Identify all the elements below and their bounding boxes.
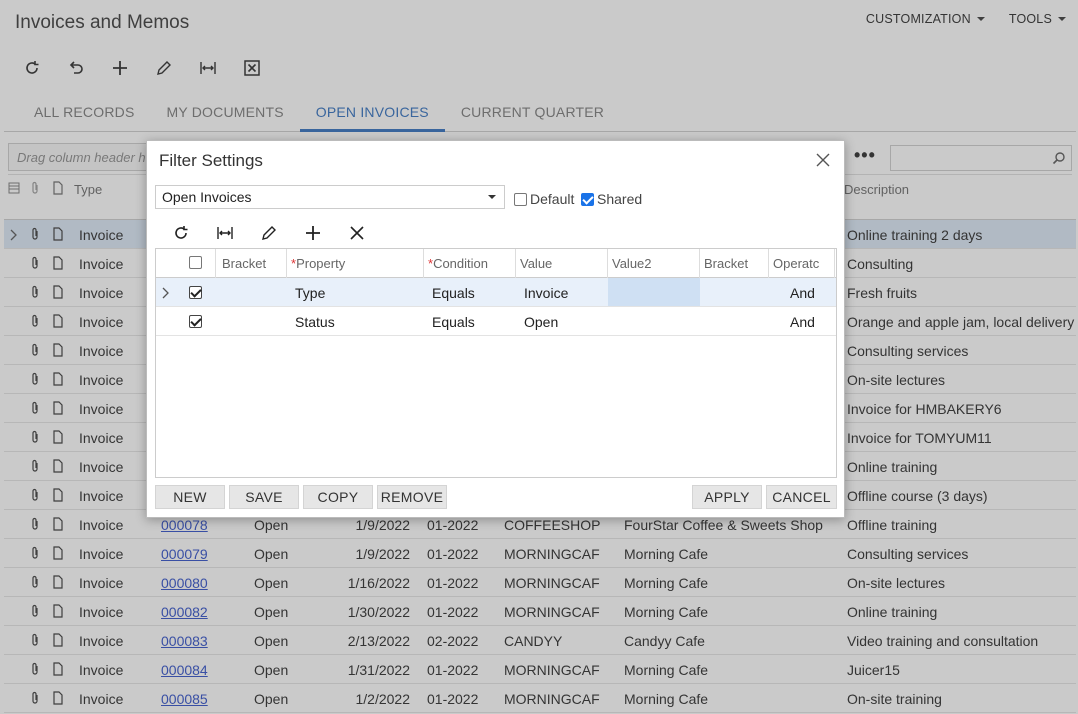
filter-conditions-grid: Bracket *Property *Condition Value Value… (155, 248, 837, 478)
row-selected-arrow-icon (162, 286, 170, 302)
select-all-checkbox[interactable] (189, 256, 202, 269)
edit-icon (262, 226, 276, 240)
fit-columns-icon (217, 227, 233, 239)
filter-row[interactable]: Type Equals Invoice And (156, 278, 836, 307)
shared-checkbox[interactable]: Shared (581, 191, 642, 207)
row-property[interactable]: Type (295, 285, 325, 301)
shared-label: Shared (597, 191, 643, 207)
delete-icon (350, 226, 364, 240)
row-value[interactable]: Invoice (524, 285, 568, 301)
shared-checkbox-box[interactable] (581, 192, 594, 206)
filter-row[interactable]: Status Equals Open And (156, 307, 836, 336)
new-button[interactable]: NEW (155, 485, 225, 509)
save-button[interactable]: SAVE (229, 485, 299, 509)
col-value2[interactable]: Value2 (612, 256, 652, 271)
default-label: Default (530, 191, 575, 207)
filter-toolbar (161, 219, 377, 247)
filter-delete-button[interactable] (337, 219, 377, 247)
filter-fit-columns-button[interactable] (205, 219, 245, 247)
filter-settings-dialog: Filter Settings Open Invoices Default Sh… (146, 140, 845, 518)
col-condition-label: Condition (433, 256, 488, 271)
row-condition[interactable]: Equals (432, 314, 475, 330)
refresh-icon (175, 226, 188, 239)
row-operator[interactable]: And (790, 285, 815, 301)
filter-name-select[interactable]: Open Invoices (155, 185, 505, 209)
row-value2-cell[interactable] (608, 278, 700, 306)
col-property-label: Property (296, 256, 346, 271)
copy-button[interactable]: COPY (303, 485, 373, 509)
row-property[interactable]: Status (295, 314, 335, 330)
remove-button[interactable]: REMOVE (377, 485, 447, 509)
row-condition[interactable]: Equals (432, 285, 475, 301)
col-condition[interactable]: *Condition (428, 256, 488, 271)
add-icon (306, 226, 320, 240)
close-icon[interactable] (816, 153, 830, 167)
col-property[interactable]: *Property (291, 256, 345, 271)
filter-grid-header: Bracket *Property *Condition Value Value… (156, 249, 836, 278)
apply-button[interactable]: APPLY (692, 485, 762, 509)
default-checkbox-box[interactable] (514, 192, 527, 206)
col-operator[interactable]: Operatc (773, 256, 819, 271)
col-bracket2[interactable]: Bracket (704, 256, 748, 271)
col-value[interactable]: Value (520, 256, 552, 271)
filter-edit-button[interactable] (249, 219, 289, 247)
chevron-down-icon (488, 195, 496, 199)
dialog-title: Filter Settings (159, 151, 263, 170)
filter-add-button[interactable] (293, 219, 333, 247)
default-checkbox[interactable]: Default (514, 191, 574, 207)
filter-refresh-button[interactable] (161, 219, 201, 247)
col-bracket[interactable]: Bracket (222, 256, 266, 271)
row-value[interactable]: Open (524, 314, 558, 330)
cancel-button[interactable]: CANCEL (766, 485, 837, 509)
row-operator[interactable]: And (790, 314, 815, 330)
row-active-checkbox[interactable] (189, 315, 202, 328)
filter-name-value: Open Invoices (162, 189, 252, 205)
row-active-checkbox[interactable] (189, 286, 202, 299)
